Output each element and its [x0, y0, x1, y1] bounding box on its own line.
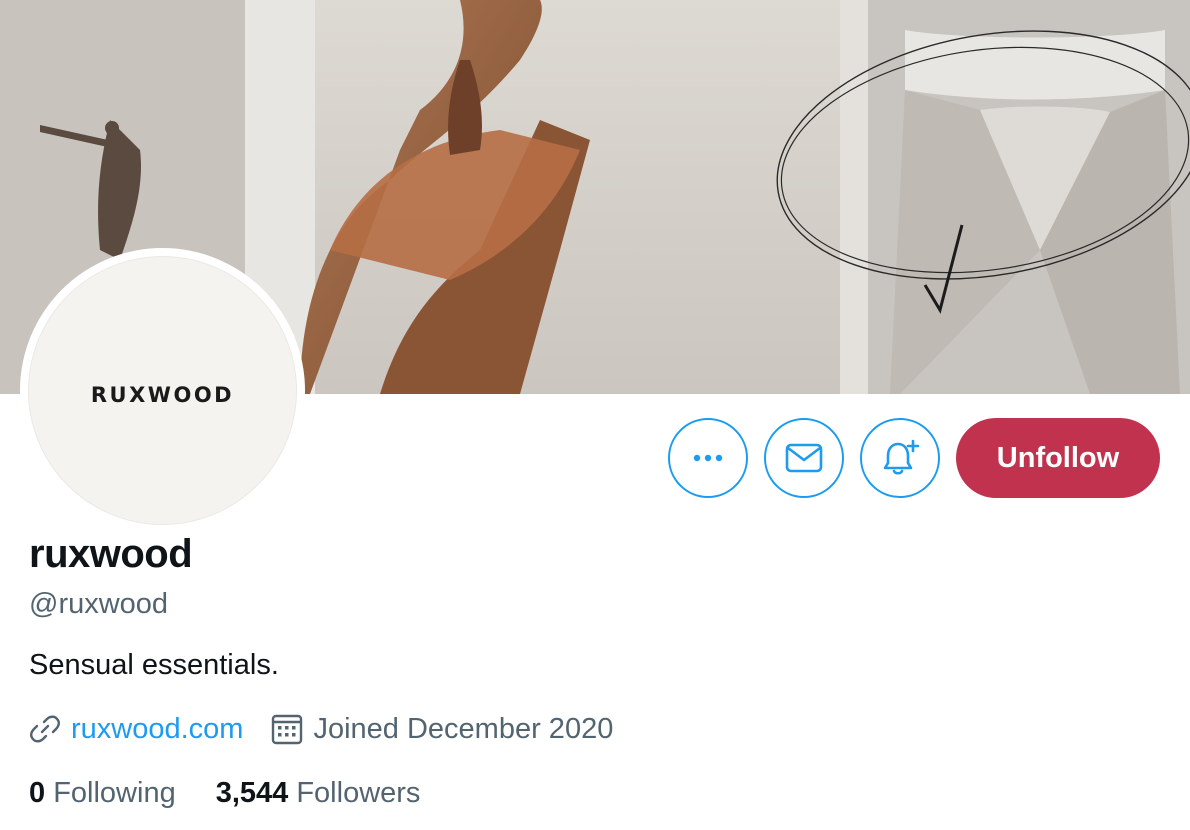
followers-stat[interactable]: 3,544 Followers [216, 776, 421, 810]
followers-count: 3,544 [215, 777, 289, 809]
bell-plus-icon [883, 439, 920, 475]
link-icon [30, 715, 60, 743]
profile-actions: Unfollow [668, 418, 1160, 498]
avatar-logo: RUXWOOD [90, 382, 235, 407]
profile-bio: Sensual essentials. [29, 649, 279, 681]
following-count: 0 [29, 777, 46, 809]
calendar-icon [272, 714, 303, 745]
unfollow-button[interactable]: Unfollow [956, 418, 1160, 498]
profile-meta: ruxwood.com Joined December 2020 [29, 712, 641, 746]
following-label: Following [53, 777, 176, 809]
more-button[interactable] [668, 418, 748, 498]
website-link[interactable]: ruxwood.com [71, 712, 243, 746]
following-stat[interactable]: 0 Following [29, 776, 176, 810]
avatar-image: RUXWOOD [28, 256, 297, 525]
message-button[interactable] [764, 418, 844, 498]
website-item: ruxwood.com [29, 712, 243, 746]
display-name: ruxwood [29, 532, 193, 576]
profile-avatar[interactable]: RUXWOOD [20, 248, 305, 533]
joined-date: Joined December 2020 [313, 713, 614, 745]
followers-label: Followers [296, 777, 421, 809]
user-handle: @ruxwood [29, 588, 169, 620]
more-horizontal-icon [693, 454, 723, 462]
notifications-button[interactable] [860, 418, 940, 498]
profile-info: ruxwood @ruxwood Sensual essentials. rux… [29, 532, 641, 810]
joined-item: Joined December 2020 [271, 712, 613, 746]
envelope-icon [785, 443, 823, 473]
profile-stats: 0 Following 3,544 Followers [29, 776, 641, 810]
